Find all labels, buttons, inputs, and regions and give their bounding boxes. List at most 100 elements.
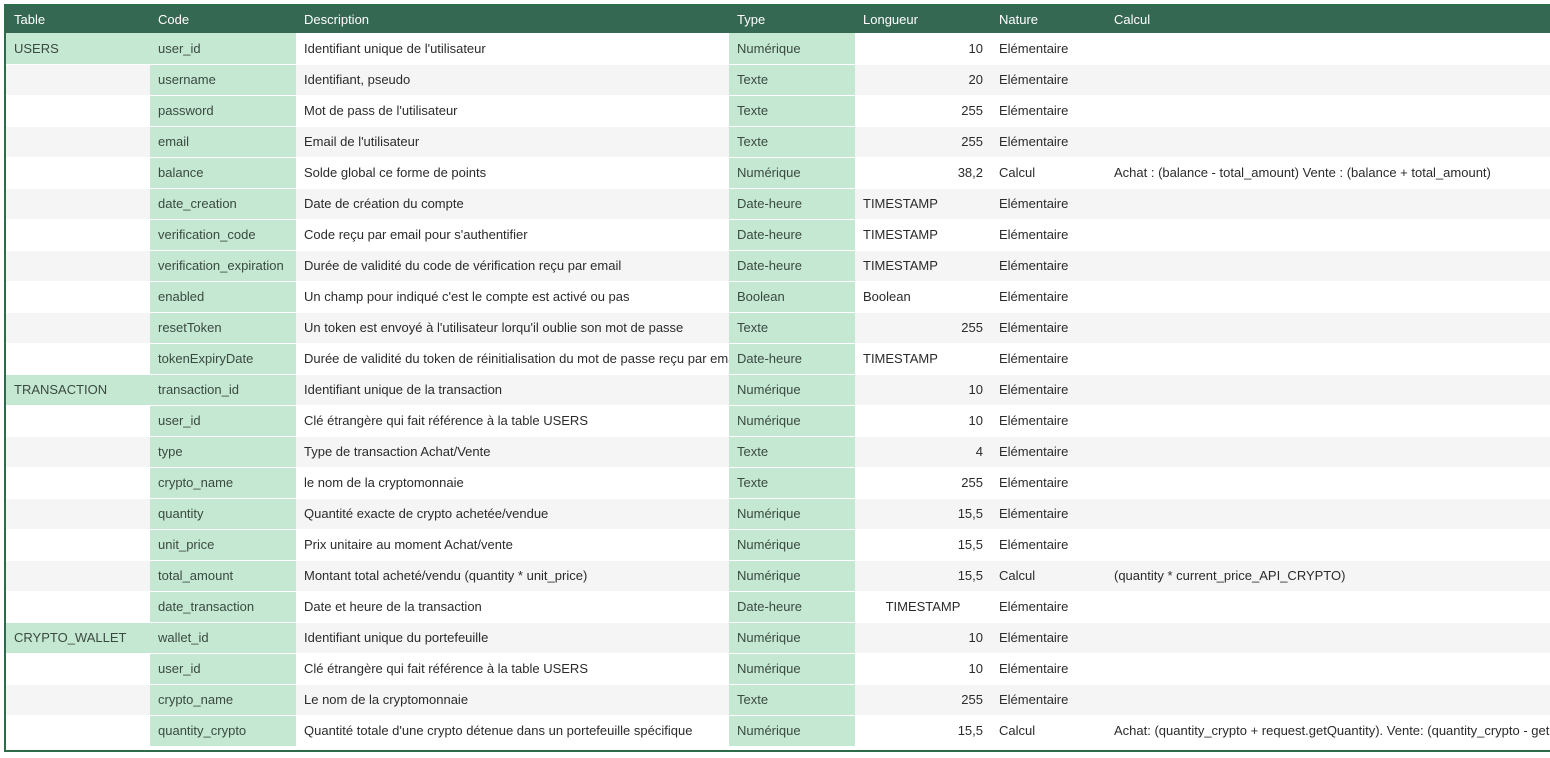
header-code[interactable]: Code: [150, 6, 296, 33]
cell-code[interactable]: crypto_name: [150, 684, 296, 716]
cell-description[interactable]: Mot de pass de l'utilisateur: [296, 95, 729, 127]
cell-calc[interactable]: Achat: (quantity_crypto + request.getQua…: [1106, 715, 1550, 747]
cell-length[interactable]: TIMESTAMP: [855, 219, 991, 251]
cell-table[interactable]: [6, 684, 150, 716]
cell-length[interactable]: 255: [855, 126, 991, 158]
cell-description[interactable]: Identifiant unique de la transaction: [296, 374, 729, 406]
cell-calc[interactable]: [1106, 219, 1550, 251]
cell-table[interactable]: [6, 653, 150, 685]
cell-type[interactable]: Date-heure: [729, 343, 855, 375]
cell-code[interactable]: crypto_name: [150, 467, 296, 499]
cell-table[interactable]: [6, 436, 150, 468]
cell-code[interactable]: total_amount: [150, 560, 296, 592]
cell-description[interactable]: Date de création du compte: [296, 188, 729, 220]
cell-calc[interactable]: [1106, 188, 1550, 220]
cell-type[interactable]: Numérique: [729, 157, 855, 189]
cell-nature[interactable]: Elémentaire: [991, 188, 1106, 220]
cell-table[interactable]: [6, 343, 150, 375]
cell-length[interactable]: TIMESTAMP: [855, 343, 991, 375]
cell-description[interactable]: Durée de validité du code de vérificatio…: [296, 250, 729, 282]
cell-calc[interactable]: [1106, 33, 1550, 65]
cell-description[interactable]: Solde global ce forme de points: [296, 157, 729, 189]
cell-code[interactable]: resetToken: [150, 312, 296, 344]
cell-nature[interactable]: Elémentaire: [991, 33, 1106, 65]
cell-calc[interactable]: [1106, 126, 1550, 158]
cell-type[interactable]: Numérique: [729, 622, 855, 654]
cell-type[interactable]: Date-heure: [729, 219, 855, 251]
cell-code[interactable]: enabled: [150, 281, 296, 313]
cell-calc[interactable]: [1106, 312, 1550, 344]
cell-length[interactable]: TIMESTAMP: [855, 188, 991, 220]
cell-table[interactable]: USERS: [6, 33, 150, 65]
cell-nature[interactable]: Elémentaire: [991, 219, 1106, 251]
cell-description[interactable]: Prix unitaire au moment Achat/vente: [296, 529, 729, 561]
cell-code[interactable]: date_transaction: [150, 591, 296, 623]
cell-nature[interactable]: Elémentaire: [991, 281, 1106, 313]
cell-type[interactable]: Numérique: [729, 653, 855, 685]
cell-nature[interactable]: Elémentaire: [991, 126, 1106, 158]
header-description[interactable]: Description: [296, 6, 729, 33]
cell-type[interactable]: Texte: [729, 684, 855, 716]
cell-code[interactable]: transaction_id: [150, 374, 296, 406]
cell-length[interactable]: 15,5: [855, 715, 991, 747]
cell-table[interactable]: [6, 529, 150, 561]
cell-length[interactable]: 15,5: [855, 498, 991, 530]
cell-code[interactable]: unit_price: [150, 529, 296, 561]
cell-table[interactable]: [6, 312, 150, 344]
cell-nature[interactable]: Calcul: [991, 560, 1106, 592]
cell-calc[interactable]: [1106, 95, 1550, 127]
cell-table[interactable]: [6, 95, 150, 127]
cell-type[interactable]: Numérique: [729, 529, 855, 561]
cell-calc[interactable]: [1106, 343, 1550, 375]
cell-calc[interactable]: [1106, 591, 1550, 623]
cell-description[interactable]: Type de transaction Achat/Vente: [296, 436, 729, 468]
cell-calc[interactable]: [1106, 281, 1550, 313]
cell-code[interactable]: date_creation: [150, 188, 296, 220]
cell-nature[interactable]: Elémentaire: [991, 591, 1106, 623]
cell-description[interactable]: Clé étrangère qui fait référence à la ta…: [296, 653, 729, 685]
cell-table[interactable]: [6, 405, 150, 437]
cell-code[interactable]: email: [150, 126, 296, 158]
cell-type[interactable]: Date-heure: [729, 188, 855, 220]
cell-type[interactable]: Numérique: [729, 33, 855, 65]
cell-calc[interactable]: [1106, 250, 1550, 282]
cell-nature[interactable]: Elémentaire: [991, 653, 1106, 685]
cell-type[interactable]: Numérique: [729, 715, 855, 747]
cell-nature[interactable]: Elémentaire: [991, 684, 1106, 716]
cell-length[interactable]: 255: [855, 684, 991, 716]
cell-length[interactable]: 10: [855, 653, 991, 685]
cell-type[interactable]: Texte: [729, 312, 855, 344]
cell-type[interactable]: Numérique: [729, 498, 855, 530]
cell-calc[interactable]: [1106, 498, 1550, 530]
cell-calc[interactable]: [1106, 653, 1550, 685]
header-nature[interactable]: Nature: [991, 6, 1106, 33]
cell-description[interactable]: Identifiant, pseudo: [296, 64, 729, 96]
cell-code[interactable]: type: [150, 436, 296, 468]
cell-code[interactable]: quantity_crypto: [150, 715, 296, 747]
cell-calc[interactable]: Achat : (balance - total_amount) Vente :…: [1106, 157, 1550, 189]
cell-table[interactable]: [6, 219, 150, 251]
cell-nature[interactable]: Calcul: [991, 715, 1106, 747]
cell-nature[interactable]: Elémentaire: [991, 622, 1106, 654]
cell-table[interactable]: [6, 64, 150, 96]
cell-description[interactable]: Code reçu par email pour s'authentifier: [296, 219, 729, 251]
cell-calc[interactable]: [1106, 64, 1550, 96]
cell-table[interactable]: [6, 157, 150, 189]
cell-nature[interactable]: Elémentaire: [991, 312, 1106, 344]
cell-length[interactable]: 255: [855, 467, 991, 499]
cell-description[interactable]: Montant total acheté/vendu (quantity * u…: [296, 560, 729, 592]
cell-nature[interactable]: Elémentaire: [991, 529, 1106, 561]
header-calc[interactable]: Calcul: [1106, 6, 1550, 33]
cell-table[interactable]: [6, 281, 150, 313]
cell-table[interactable]: [6, 250, 150, 282]
cell-code[interactable]: user_id: [150, 653, 296, 685]
cell-description[interactable]: Durée de validité du token de réinitiali…: [296, 343, 729, 375]
cell-calc[interactable]: [1106, 467, 1550, 499]
cell-length[interactable]: TIMESTAMP: [855, 250, 991, 282]
cell-length[interactable]: 15,5: [855, 560, 991, 592]
cell-code[interactable]: user_id: [150, 405, 296, 437]
cell-description[interactable]: Un champ pour indiqué c'est le compte es…: [296, 281, 729, 313]
cell-table[interactable]: [6, 560, 150, 592]
cell-type[interactable]: Numérique: [729, 405, 855, 437]
cell-table[interactable]: CRYPTO_WALLET: [6, 622, 150, 654]
